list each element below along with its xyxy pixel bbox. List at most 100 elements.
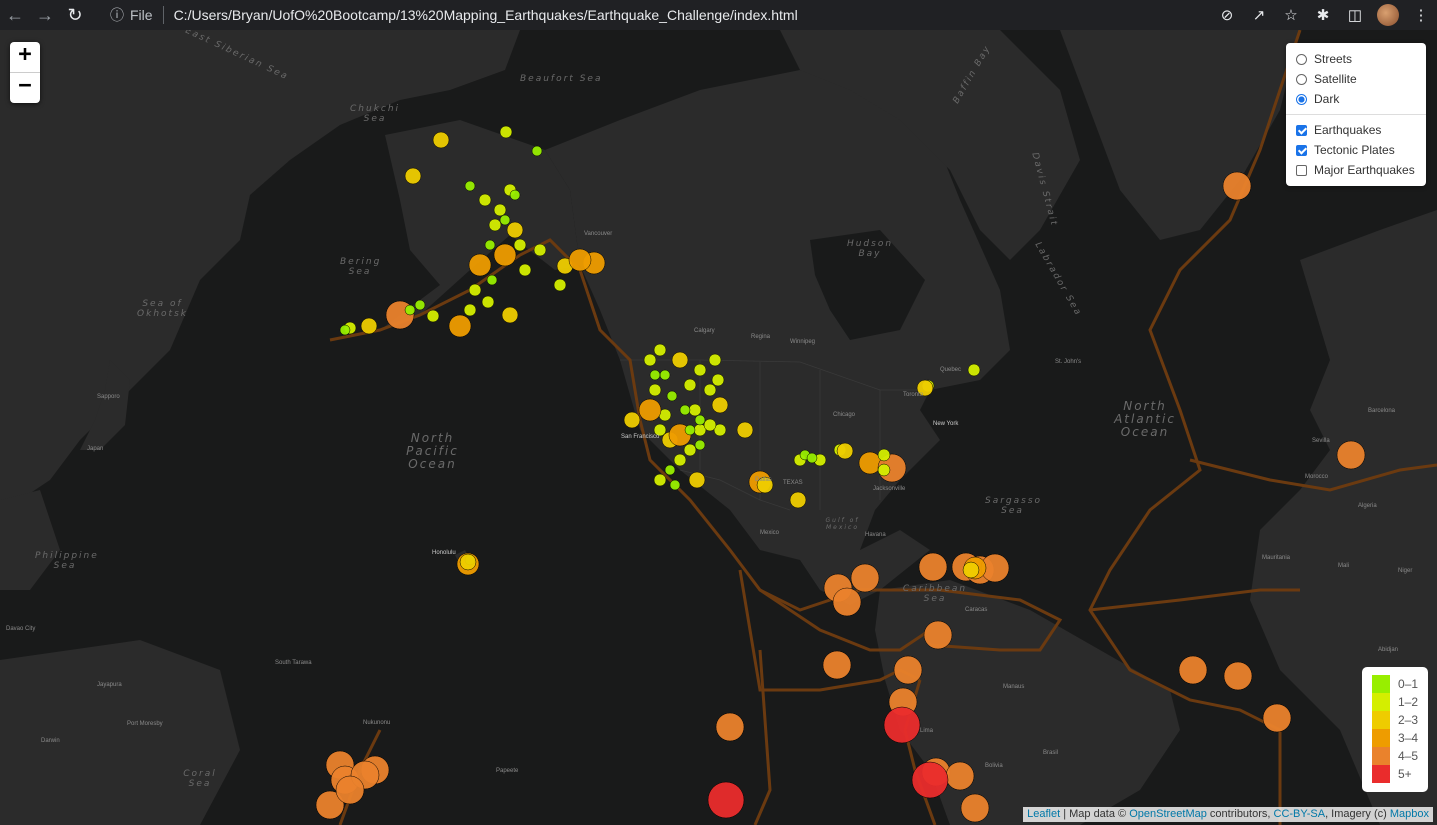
earthquake-marker[interactable] bbox=[962, 561, 980, 579]
earthquake-marker[interactable] bbox=[683, 378, 697, 392]
earthquake-marker[interactable] bbox=[666, 390, 678, 402]
earthquake-marker[interactable] bbox=[893, 655, 923, 685]
earthquake-marker[interactable] bbox=[960, 793, 990, 823]
earthquake-marker[interactable] bbox=[664, 464, 676, 476]
earthquake-marker[interactable] bbox=[858, 451, 882, 475]
earthquake-marker[interactable] bbox=[688, 471, 706, 489]
earthquake-marker[interactable] bbox=[518, 263, 532, 277]
earthquake-marker[interactable] bbox=[426, 309, 440, 323]
earthquake-marker[interactable] bbox=[339, 324, 351, 336]
overlay-tectonic-plates[interactable]: Tectonic Plates bbox=[1296, 140, 1426, 160]
earthquake-marker[interactable] bbox=[836, 442, 854, 460]
earthquake-marker[interactable] bbox=[1178, 655, 1208, 685]
earthquake-marker[interactable] bbox=[659, 369, 671, 381]
earthquake-marker[interactable] bbox=[464, 180, 476, 192]
overlay-earthquakes[interactable]: Earthquakes bbox=[1296, 120, 1426, 140]
earthquake-marker[interactable] bbox=[945, 761, 975, 791]
eye-off-icon[interactable]: ⊘ bbox=[1211, 6, 1243, 24]
earthquake-marker[interactable] bbox=[707, 781, 745, 819]
share-icon[interactable]: ↗ bbox=[1243, 6, 1275, 24]
earthquake-marker[interactable] bbox=[1262, 703, 1292, 733]
earthquake-marker[interactable] bbox=[493, 203, 507, 217]
earthquake-marker[interactable] bbox=[789, 491, 807, 509]
earthquake-marker[interactable] bbox=[468, 283, 482, 297]
earthquake-marker[interactable] bbox=[638, 398, 662, 422]
earthquake-marker[interactable] bbox=[1336, 440, 1366, 470]
earthquake-marker[interactable] bbox=[533, 243, 547, 257]
earthquake-marker[interactable] bbox=[478, 193, 492, 207]
earthquake-marker[interactable] bbox=[688, 403, 702, 417]
reload-icon[interactable]: ↻ bbox=[60, 0, 90, 30]
earthquake-marker[interactable] bbox=[414, 299, 426, 311]
earthquake-marker[interactable] bbox=[335, 775, 365, 805]
earthquake-marker[interactable] bbox=[877, 463, 891, 477]
star-icon[interactable]: ☆ bbox=[1275, 6, 1307, 24]
extensions-icon[interactable]: ✱ bbox=[1307, 6, 1339, 24]
earthquake-marker[interactable] bbox=[493, 243, 517, 267]
checkbox-earthquakes[interactable] bbox=[1296, 124, 1307, 136]
earthquake-marker[interactable] bbox=[432, 131, 450, 149]
map-container[interactable]: Beaufort Sea East Siberian Sea Chukchi S… bbox=[0, 30, 1437, 825]
earthquake-marker[interactable] bbox=[669, 479, 681, 491]
earthquake-marker[interactable] bbox=[643, 353, 657, 367]
earthquake-marker[interactable] bbox=[911, 761, 949, 799]
earthquake-marker[interactable] bbox=[513, 238, 527, 252]
overlay-major-earthquakes[interactable]: Major Earthquakes bbox=[1296, 160, 1426, 180]
earthquake-marker[interactable] bbox=[568, 248, 592, 272]
earthquake-marker[interactable] bbox=[883, 706, 921, 744]
base-layer-streets[interactable]: Streets bbox=[1296, 49, 1426, 69]
earthquake-marker[interactable] bbox=[703, 418, 717, 432]
base-layer-satellite[interactable]: Satellite bbox=[1296, 69, 1426, 89]
license-link[interactable]: CC-BY-SA bbox=[1274, 808, 1326, 820]
earthquake-marker[interactable] bbox=[404, 304, 416, 316]
earthquake-marker[interactable] bbox=[832, 587, 862, 617]
checkbox-major-earthquakes[interactable] bbox=[1296, 164, 1307, 176]
earthquake-marker[interactable] bbox=[509, 189, 521, 201]
mapbox-link[interactable]: Mapbox bbox=[1390, 808, 1429, 820]
earthquake-marker[interactable] bbox=[708, 353, 722, 367]
earthquake-marker[interactable] bbox=[715, 712, 745, 742]
earthquake-marker[interactable] bbox=[648, 383, 662, 397]
checkbox-tectonic-plates[interactable] bbox=[1296, 144, 1307, 156]
earthquake-marker[interactable] bbox=[531, 145, 543, 157]
earthquake-marker[interactable] bbox=[679, 404, 691, 416]
zoom-in-button[interactable]: + bbox=[10, 42, 40, 73]
earthquake-marker[interactable] bbox=[553, 278, 567, 292]
earthquake-marker[interactable] bbox=[711, 373, 725, 387]
earthquake-marker[interactable] bbox=[673, 453, 687, 467]
earthquake-marker[interactable] bbox=[404, 167, 422, 185]
earthquake-marker[interactable] bbox=[877, 448, 891, 462]
earthquake-marker[interactable] bbox=[1222, 171, 1252, 201]
earthquake-marker[interactable] bbox=[806, 452, 818, 464]
radio-streets[interactable] bbox=[1296, 53, 1307, 65]
earthquake-marker[interactable] bbox=[499, 214, 511, 226]
leaflet-link[interactable]: Leaflet bbox=[1027, 808, 1060, 820]
zoom-out-button[interactable]: − bbox=[10, 73, 40, 103]
earthquake-marker[interactable] bbox=[918, 552, 948, 582]
earthquake-marker[interactable] bbox=[649, 369, 661, 381]
earthquake-marker[interactable] bbox=[736, 421, 754, 439]
earthquake-marker[interactable] bbox=[711, 396, 729, 414]
radio-satellite[interactable] bbox=[1296, 73, 1307, 85]
arrow-left-icon[interactable]: ← bbox=[0, 0, 30, 30]
earthquake-marker[interactable] bbox=[967, 363, 981, 377]
earthquake-marker[interactable] bbox=[671, 351, 689, 369]
earthquake-marker[interactable] bbox=[694, 414, 706, 426]
earthquake-marker[interactable] bbox=[683, 443, 697, 457]
earthquake-marker[interactable] bbox=[501, 306, 519, 324]
earthquake-marker[interactable] bbox=[623, 411, 641, 429]
earthquake-marker[interactable] bbox=[499, 125, 513, 139]
earthquake-marker[interactable] bbox=[360, 317, 378, 335]
earthquake-marker[interactable] bbox=[506, 221, 524, 239]
earthquake-marker[interactable] bbox=[484, 239, 496, 251]
radio-dark[interactable] bbox=[1296, 93, 1307, 105]
info-icon[interactable]: ⓘ bbox=[110, 5, 124, 25]
earthquake-marker[interactable] bbox=[694, 439, 706, 451]
arrow-right-icon[interactable]: → bbox=[30, 0, 60, 30]
earthquake-marker[interactable] bbox=[486, 274, 498, 286]
earthquake-marker[interactable] bbox=[468, 253, 492, 277]
menu-icon[interactable]: ⋮ bbox=[1405, 6, 1437, 24]
sidebar-icon[interactable]: ◫ bbox=[1339, 6, 1371, 24]
earthquake-marker[interactable] bbox=[448, 314, 472, 338]
earthquake-marker[interactable] bbox=[653, 343, 667, 357]
